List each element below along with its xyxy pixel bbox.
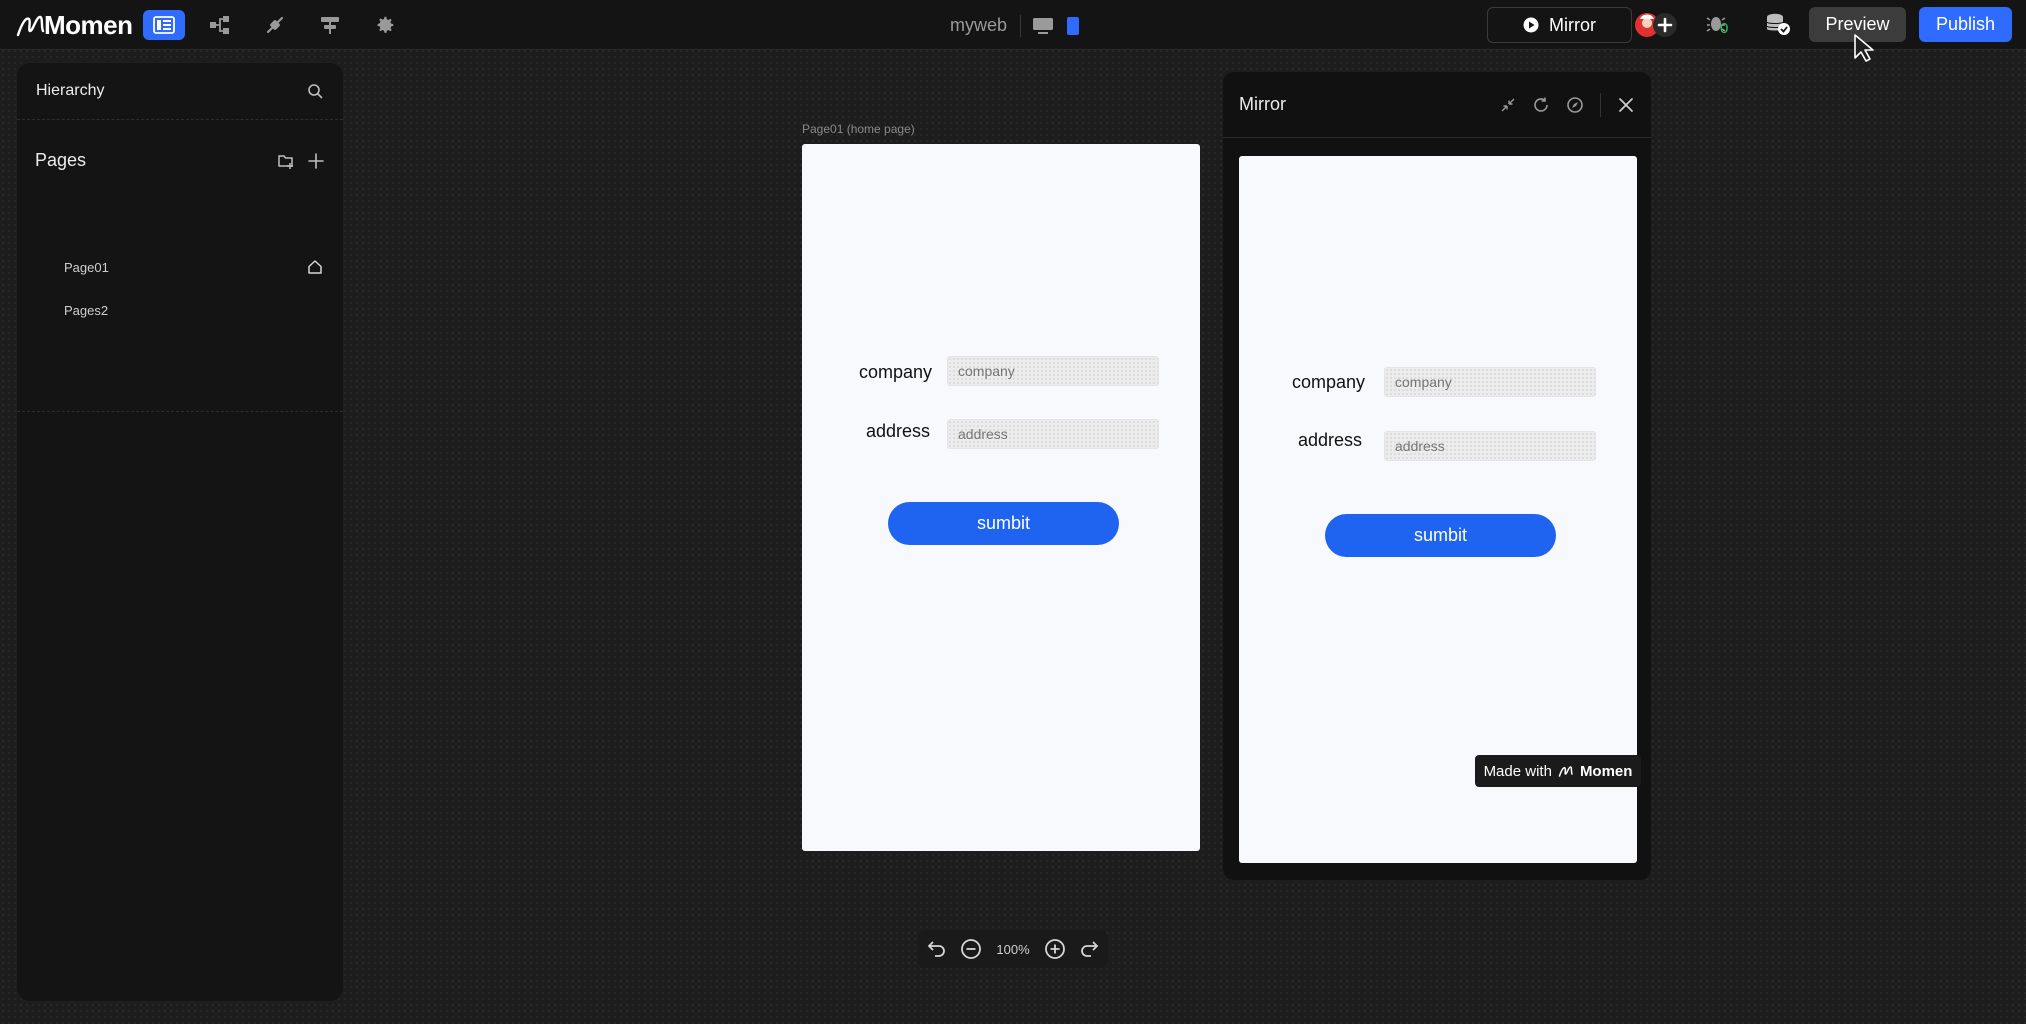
tree-icon xyxy=(210,16,229,34)
divider xyxy=(1600,92,1601,117)
company-input[interactable] xyxy=(947,356,1159,386)
company-label: company xyxy=(858,362,932,382)
mobile-view-button[interactable] xyxy=(1066,16,1080,41)
desktop-icon xyxy=(1033,18,1053,34)
mirror-button[interactable]: Mirror xyxy=(1487,7,1632,43)
page-item-label: Pages2 xyxy=(64,302,109,318)
momen-logo-icon xyxy=(1558,766,1573,777)
add-page-icon[interactable] xyxy=(307,152,325,170)
page-item-page01[interactable]: Page01 xyxy=(17,252,343,282)
frame-label: Page01 (home page) xyxy=(802,122,915,136)
collaborators[interactable] xyxy=(1632,10,1680,40)
data-model-tool-button[interactable] xyxy=(199,10,241,40)
pages-header: Pages xyxy=(35,150,325,171)
flow-icon xyxy=(321,17,339,34)
database-check-icon xyxy=(1766,13,1790,35)
zoom-level: 100% xyxy=(996,941,1030,957)
project-name: myweb xyxy=(950,15,1008,35)
zoom-controls: 100% xyxy=(918,930,1108,968)
mirror-preview[interactable]: company address sumbit Made with Momen xyxy=(1239,156,1641,863)
zoom-in-icon[interactable] xyxy=(1044,938,1066,960)
gear-icon xyxy=(377,16,394,33)
plug-icon xyxy=(266,16,284,34)
zoom-out-icon[interactable] xyxy=(960,938,982,960)
mouse-cursor-icon xyxy=(1854,34,1874,62)
mirror-panel: Mirror company address sumbit Ma xyxy=(1222,71,1652,881)
mirror-header: Mirror xyxy=(1223,72,1651,138)
actions-tool-button[interactable] xyxy=(309,10,351,40)
pages-section: Pages Page01 Pages2 xyxy=(17,120,343,412)
add-folder-icon[interactable] xyxy=(277,152,295,170)
refresh-icon[interactable] xyxy=(1532,96,1550,114)
home-icon[interactable] xyxy=(307,259,323,275)
hierarchy-header: Hierarchy xyxy=(17,63,343,120)
address-label: address xyxy=(865,421,930,441)
page-item-pages2[interactable]: Pages2 xyxy=(17,295,343,325)
company-label: company xyxy=(1291,372,1365,392)
publish-button[interactable]: Publish xyxy=(1919,7,2012,42)
brand-wordmark: Momen xyxy=(44,9,133,40)
close-icon[interactable] xyxy=(1617,96,1635,114)
settings-tool-button[interactable] xyxy=(364,10,406,40)
momen-logo[interactable]: Momen xyxy=(16,10,133,40)
pages-title: Pages xyxy=(35,150,87,170)
made-with-brand: Momen xyxy=(1579,762,1633,780)
divider xyxy=(1020,15,1021,37)
company-input[interactable] xyxy=(1384,367,1596,397)
plugins-tool-button[interactable] xyxy=(254,10,296,40)
mobile-icon xyxy=(1067,17,1079,35)
address-label: address xyxy=(1297,430,1362,450)
made-with-label: Made with xyxy=(1483,762,1552,780)
mirror-button-label: Mirror xyxy=(1549,14,1596,35)
redo-icon[interactable] xyxy=(1080,940,1100,958)
database-button[interactable] xyxy=(1765,12,1791,41)
desktop-view-button[interactable] xyxy=(1032,17,1054,40)
debug-count: 0 xyxy=(1720,20,1729,37)
play-circle-icon xyxy=(1523,17,1539,33)
address-input[interactable] xyxy=(1384,431,1596,461)
page-canvas[interactable]: company address sumbit xyxy=(802,144,1200,851)
collapse-icon[interactable] xyxy=(1500,97,1516,113)
momen-logo-icon xyxy=(16,15,45,37)
page-item-label: Page01 xyxy=(64,259,109,275)
submit-button[interactable]: sumbit xyxy=(888,502,1119,545)
pages-tool-button[interactable] xyxy=(143,10,185,40)
avatar-icon xyxy=(1635,13,1677,37)
hierarchy-title: Hierarchy xyxy=(36,82,105,99)
compass-icon[interactable] xyxy=(1566,96,1584,114)
mirror-title: Mirror xyxy=(1239,94,1286,114)
hierarchy-panel: Hierarchy Pages Page01 Pages2 xyxy=(16,62,344,1002)
top-bar: Momen myweb Mirror 0 Preview Publish xyxy=(0,0,2026,50)
made-with-badge[interactable]: Made with Momen xyxy=(1475,755,1641,787)
undo-icon[interactable] xyxy=(926,940,946,958)
debug-button[interactable]: 0 xyxy=(1706,12,1736,40)
submit-button[interactable]: sumbit xyxy=(1325,514,1556,557)
search-icon[interactable] xyxy=(307,83,323,99)
address-input[interactable] xyxy=(947,419,1159,449)
layout-icon xyxy=(153,16,175,34)
